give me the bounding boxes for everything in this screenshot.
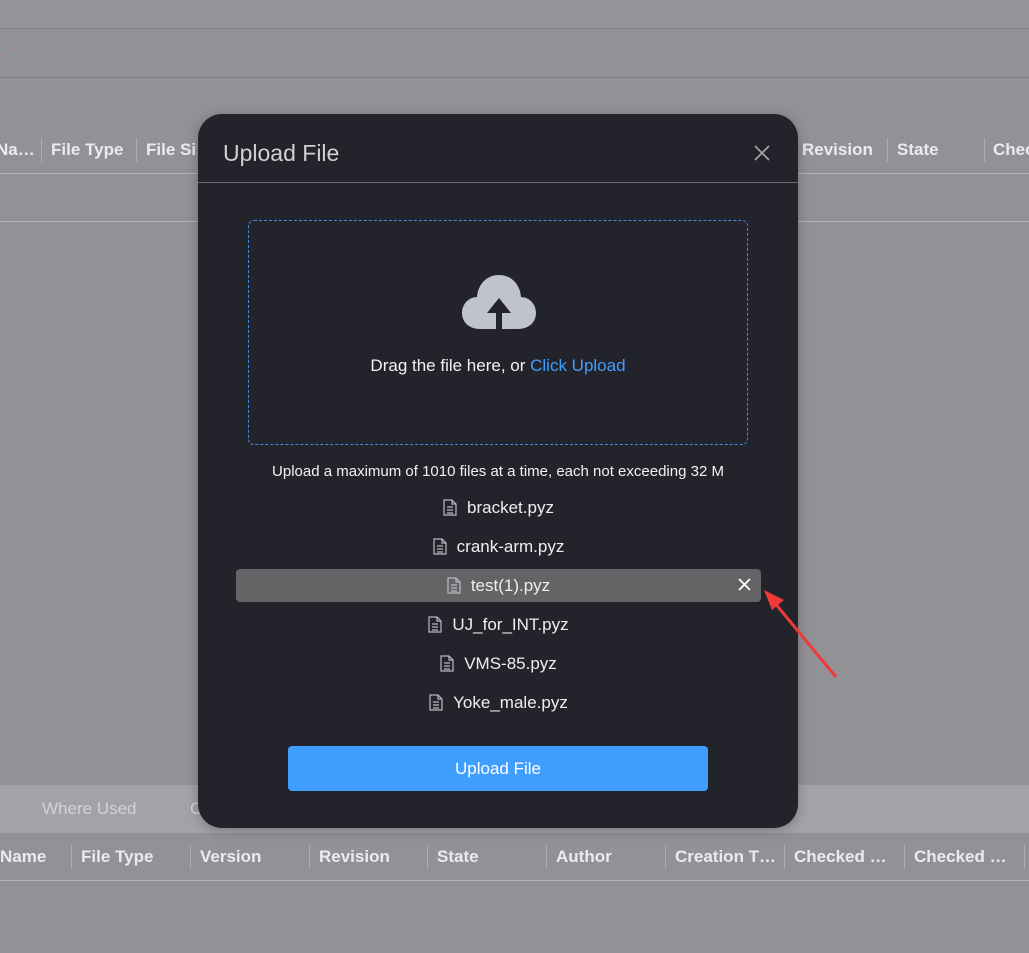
file-list-item[interactable]: VMS-85.pyz xyxy=(236,647,761,680)
file-list-item[interactable]: crank-arm.pyz xyxy=(236,530,761,563)
column-divider[interactable] xyxy=(887,138,888,162)
column-header-revision[interactable]: Revision xyxy=(802,138,873,162)
file-list-item[interactable]: bracket.pyz xyxy=(236,491,761,524)
top-bar xyxy=(0,0,1029,29)
column-header-checked[interactable]: Chec xyxy=(993,138,1029,162)
tab-where-used[interactable]: Where Used xyxy=(42,799,136,819)
column-divider[interactable] xyxy=(190,845,191,869)
column-divider[interactable] xyxy=(784,845,785,869)
file-list-item[interactable]: UJ_for_INT.pyz xyxy=(236,608,761,641)
file-name: Yoke_male.pyz xyxy=(453,692,568,712)
file-name: test(1).pyz xyxy=(470,575,551,595)
document-icon xyxy=(428,616,442,633)
column-header-author[interactable]: Author xyxy=(556,845,612,869)
dialog-title: Upload File xyxy=(223,140,340,166)
remove-file-icon[interactable] xyxy=(737,577,752,592)
column-divider[interactable] xyxy=(427,845,428,869)
column-header-file-type[interactable]: File Type xyxy=(81,845,153,869)
column-header-revision[interactable]: Revision xyxy=(319,845,390,869)
dialog-header: Upload File xyxy=(198,114,798,183)
upload-file-button[interactable]: Upload File xyxy=(288,746,708,791)
upload-file-dialog: Upload File Drag the file here, or Click… xyxy=(198,114,798,828)
file-name: crank-arm.pyz xyxy=(456,536,565,556)
column-divider[interactable] xyxy=(546,845,547,869)
dropzone-text: Drag the file here, or Click Upload xyxy=(249,356,747,376)
column-divider[interactable] xyxy=(904,845,905,869)
column-divider[interactable] xyxy=(984,138,985,162)
column-divider[interactable] xyxy=(71,845,72,869)
column-divider[interactable] xyxy=(665,845,666,869)
required-mark: * xyxy=(0,50,2,66)
document-icon xyxy=(447,577,461,594)
column-header-checked-out-by[interactable]: Checked … xyxy=(794,845,887,869)
document-icon xyxy=(433,538,447,555)
column-header-file-size[interactable]: File Si xyxy=(146,138,196,162)
dropzone-instruction: Drag the file here, or xyxy=(370,356,531,375)
column-divider[interactable] xyxy=(309,845,310,869)
column-divider[interactable] xyxy=(1024,845,1025,869)
file-list-item[interactable]: Yoke_male.pyz xyxy=(236,686,761,719)
where-used-table-header: Name File Type Version Revision State Au… xyxy=(0,833,1029,881)
file-name: VMS-85.pyz xyxy=(464,653,557,673)
column-header-state[interactable]: State xyxy=(437,845,479,869)
close-icon[interactable] xyxy=(753,144,771,162)
column-header-name[interactable]: Na… xyxy=(0,138,35,162)
column-header-name[interactable]: Name xyxy=(0,845,46,869)
file-dropzone[interactable]: Drag the file here, or Click Upload xyxy=(248,220,748,445)
column-divider[interactable] xyxy=(41,138,42,162)
document-icon xyxy=(443,499,457,516)
document-icon xyxy=(429,694,443,711)
column-header-file-type[interactable]: File Type xyxy=(51,138,123,162)
column-header-state[interactable]: State xyxy=(897,138,939,162)
selected-file-list: bracket.pyz crank-arm.pyz test(1).pyz UJ… xyxy=(236,491,761,725)
column-header-checked-out-time[interactable]: Checked … xyxy=(914,845,1007,869)
cloud-upload-icon xyxy=(462,275,536,330)
file-list-item-hovered[interactable]: test(1).pyz xyxy=(236,569,761,602)
click-upload-link[interactable]: Click Upload xyxy=(530,356,625,375)
document-icon xyxy=(440,655,454,672)
column-divider[interactable] xyxy=(136,138,137,162)
column-header-version[interactable]: Version xyxy=(200,845,261,869)
file-name: bracket.pyz xyxy=(467,497,554,517)
toolbar: * xyxy=(0,30,1029,78)
upload-limit-tip: Upload a maximum of 1010 files at a time… xyxy=(272,463,724,480)
column-header-creation-time[interactable]: Creation T… xyxy=(675,845,776,869)
file-name: UJ_for_INT.pyz xyxy=(452,614,569,634)
